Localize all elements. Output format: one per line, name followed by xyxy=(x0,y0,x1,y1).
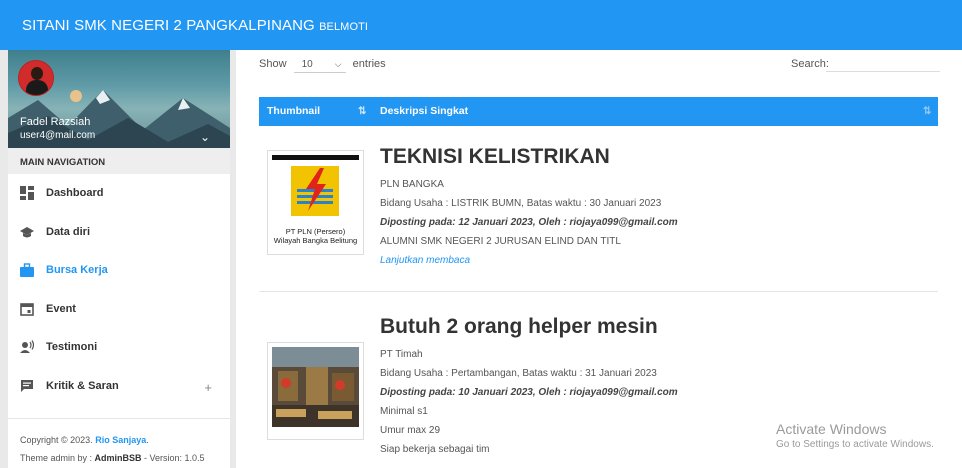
copyright-label: Copyright © 2023. xyxy=(20,435,93,445)
table-row: PT PLN (Persero) Wilayah Bangka Belitung… xyxy=(259,142,938,292)
entries-label: entries xyxy=(352,58,386,70)
job-field-deadline: Bidang Usaha : Pertambangan, Batas waktu… xyxy=(380,368,657,379)
posted-info: Diposting pada: 12 Januari 2023, Oleh : … xyxy=(380,217,678,228)
column-header-thumbnail[interactable]: Thumbnail xyxy=(267,105,320,117)
chevron-down-icon[interactable]: ⌄ xyxy=(200,130,210,144)
school-icon xyxy=(20,225,34,239)
author-link[interactable]: Rio Sanjaya xyxy=(95,435,146,445)
watermark-subtitle: Go to Settings to activate Windows. xyxy=(776,439,934,450)
posted-info: Diposting pada: 10 Januari 2023, Oleh : … xyxy=(380,387,678,398)
search-label: Search: xyxy=(791,58,829,70)
table-header: Thumbnail ⇅ Deskripsi Singkat ⇅ xyxy=(259,97,938,126)
chevron-down-icon: ⌵ xyxy=(334,59,342,69)
job-thumbnail[interactable] xyxy=(267,342,364,440)
avatar[interactable] xyxy=(18,60,54,96)
theme-name: AdminBSB xyxy=(94,453,142,463)
job-title[interactable]: TEKNISI KELISTRIKAN xyxy=(380,144,920,170)
company-name: PLN BANGKA xyxy=(380,179,444,190)
expand-plus-icon[interactable]: + xyxy=(204,380,212,395)
sidebar-footer: Copyright © 2023. Rio Sanjaya. Theme adm… xyxy=(8,418,230,468)
column-header-deskripsi[interactable]: Deskripsi Singkat xyxy=(380,105,468,117)
sidebar-item-bursa-kerja[interactable]: Bursa Kerja xyxy=(8,251,230,290)
sidebar-item-data-diri[interactable]: Data diri xyxy=(8,213,230,252)
brand-subtitle: BELMOTI xyxy=(319,21,369,33)
job-title[interactable]: Butuh 2 orang helper mesin xyxy=(380,314,920,340)
main-content: Show 10 ⌵ entries Search: Thumbnail ⇅ De… xyxy=(236,50,962,468)
sidebar-item-label: Testimoni xyxy=(46,341,98,354)
thumb-caption-line2: Wilayah Bangka Belitung xyxy=(273,236,358,245)
sidebar-menu: Dashboard Data diri Bursa Kerja Event Te… xyxy=(8,174,230,405)
brand-title: SITANI SMK NEGERI 2 PANGKALPINANG xyxy=(22,17,315,34)
job-description: TEKNISI KELISTRIKAN PLN BANGKA Bidang Us… xyxy=(380,142,920,267)
job-note: ALUMNI SMK NEGERI 2 JURUSAN ELIND DAN TI… xyxy=(380,236,621,247)
briefcase-icon xyxy=(20,263,34,278)
speaker-person-icon xyxy=(20,340,35,354)
dashboard-icon xyxy=(20,186,34,201)
sort-icon[interactable]: ⇅ xyxy=(923,106,931,117)
thumb-caption: PT PLN (Persero) Wilayah Bangka Belitung xyxy=(268,227,363,245)
copyright-period: . xyxy=(146,435,149,445)
thumb-caption-line1: PT PLN (Persero) xyxy=(285,227,346,236)
show-entries-control: Show 10 ⌵ entries xyxy=(259,58,386,73)
sidebar: Fadel Razsiah user4@mail.com ⌄ MAIN NAVI… xyxy=(8,50,230,468)
sort-icon[interactable]: ⇅ xyxy=(358,106,366,117)
user-info-panel: Fadel Razsiah user4@mail.com ⌄ xyxy=(8,50,230,148)
top-navbar: SITANI SMK NEGERI 2 PANGKALPINANG BELMOT… xyxy=(0,0,962,50)
page-gutter xyxy=(0,50,8,468)
factory-photo-icon xyxy=(272,347,359,427)
main-navigation-header: MAIN NAVIGATION xyxy=(8,148,230,174)
job-requirement: Minimal s1 xyxy=(380,406,428,417)
theme-prefix: Theme admin by : xyxy=(20,453,95,463)
entries-select[interactable]: 10 ⌵ xyxy=(293,59,346,73)
entries-value: 10 xyxy=(301,59,313,70)
sidebar-item-label: Data diri xyxy=(46,225,91,238)
job-thumbnail[interactable]: PT PLN (Persero) Wilayah Bangka Belitung xyxy=(267,150,364,255)
calendar-icon xyxy=(20,302,34,316)
company-name: PT Timah xyxy=(380,349,423,360)
search-input[interactable] xyxy=(826,56,940,72)
sidebar-item-event[interactable]: Event xyxy=(8,290,230,329)
copyright-text: Copyright © 2023. Rio Sanjaya. xyxy=(20,435,149,445)
sidebar-item-kritik-saran[interactable]: Kritik & Saran + xyxy=(8,367,230,406)
user-email: user4@mail.com xyxy=(20,130,96,141)
show-label: Show xyxy=(259,58,287,70)
read-more-link[interactable]: Lanjutkan membaca xyxy=(380,254,920,267)
job-field-deadline: Bidang Usaha : LISTRIK BUMN, Batas waktu… xyxy=(380,198,662,209)
sidebar-item-label: Event xyxy=(46,302,76,315)
sidebar-item-label: Dashboard xyxy=(46,187,104,200)
message-icon xyxy=(20,379,34,393)
watermark-title: Activate Windows xyxy=(776,421,887,437)
app-brand[interactable]: SITANI SMK NEGERI 2 PANGKALPINANG BELMOT… xyxy=(22,17,368,34)
version-text: - Version: 1.0.5 xyxy=(141,453,205,463)
user-name: Fadel Razsiah xyxy=(20,116,91,128)
sidebar-item-testimoni[interactable]: Testimoni xyxy=(8,328,230,367)
sidebar-item-label: Bursa Kerja xyxy=(46,264,108,277)
windows-activation-watermark: Activate Windows Go to Settings to activ… xyxy=(776,421,934,450)
sidebar-item-label: Kritik & Saran xyxy=(46,379,119,392)
theme-version-text: Theme admin by : AdminBSB - Version: 1.0… xyxy=(20,453,205,463)
sidebar-item-dashboard[interactable]: Dashboard xyxy=(8,174,230,213)
